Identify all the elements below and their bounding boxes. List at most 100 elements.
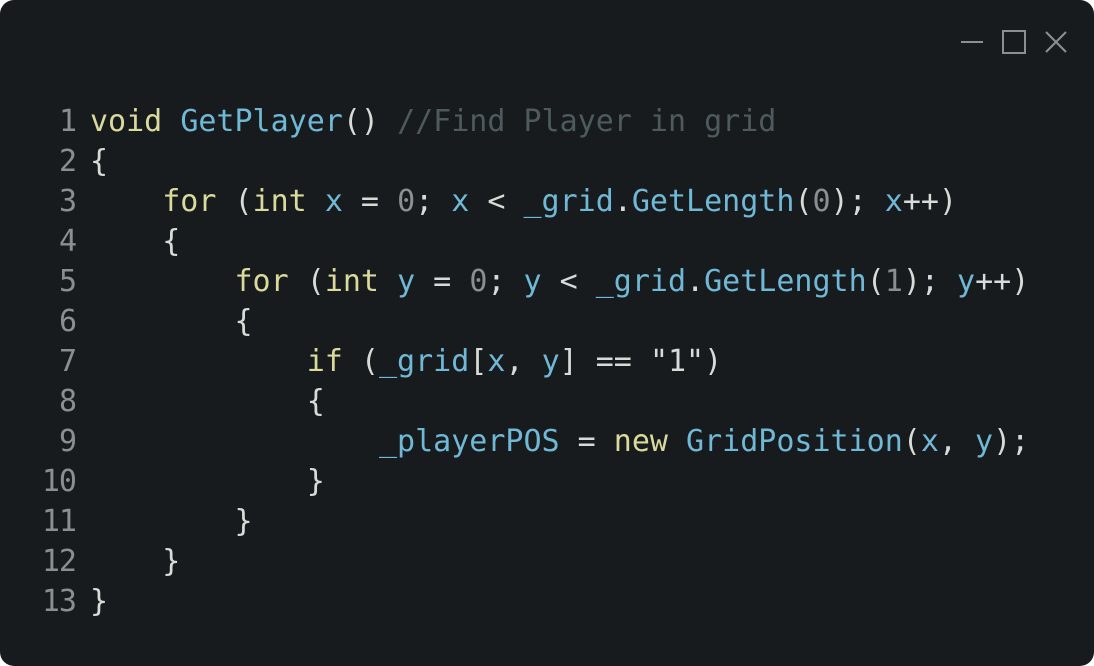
code-window: 1 void GetPlayer() //Find Player in grid 2…: [0, 0, 1094, 666]
line-number: 8: [58, 384, 77, 419]
code-token: =: [342, 184, 398, 219]
code-token: 0: [397, 184, 416, 219]
minimize-icon[interactable]: [958, 28, 986, 56]
code-token: (: [216, 184, 253, 219]
code-token: 0: [469, 264, 488, 299]
code-line: 11 }: [36, 502, 1029, 542]
code-token: ,: [505, 344, 542, 379]
code-token: GridPosition: [686, 424, 903, 459]
code-token: {: [90, 384, 325, 419]
code-token: );: [830, 184, 885, 219]
code-token: ,: [938, 424, 976, 459]
code-text[interactable]: for (int x = 0; x < _grid.GetLength(0); …: [90, 182, 957, 222]
code-token: y: [957, 264, 976, 299]
line-number: 9: [58, 424, 77, 459]
code-token: y: [397, 264, 416, 299]
line-number: 3: [58, 184, 77, 219]
code-token: int: [324, 264, 379, 299]
code-token: if: [306, 344, 343, 379]
code-token: (: [902, 424, 921, 459]
code-token: ): [704, 344, 723, 379]
line-number: 7: [58, 344, 77, 379]
code-token: int: [252, 184, 307, 219]
code-token: }: [90, 464, 325, 499]
code-token: ): [1011, 264, 1030, 299]
close-icon[interactable]: [1042, 28, 1070, 56]
code-token: );: [902, 264, 957, 299]
code-text[interactable]: if (_grid[x, y] == "1"): [90, 342, 722, 382]
window-controls: [958, 28, 1070, 56]
code-token: _playerPOS: [378, 424, 560, 459]
code-token: x: [451, 184, 470, 219]
code-text[interactable]: }: [90, 502, 252, 542]
code-text[interactable]: }: [90, 462, 325, 502]
code-token: (: [288, 264, 325, 299]
code-token: x: [324, 184, 343, 219]
code-token: }: [90, 584, 109, 619]
code-line: 12 }: [36, 542, 1029, 582]
code-token: ;: [487, 264, 524, 299]
line-number: 2: [58, 144, 77, 179]
line-number: 13: [41, 584, 77, 619]
code-text[interactable]: void GetPlayer() //Find Player in grid: [90, 102, 776, 142]
code-token: {: [90, 304, 253, 339]
code-token: ;: [415, 184, 452, 219]
code-text[interactable]: {: [90, 382, 325, 422]
code-token: }: [90, 544, 181, 579]
line-number: 1: [58, 104, 77, 139]
code-token: new: [613, 424, 668, 459]
code-token: (: [342, 344, 379, 379]
line-number: 4: [58, 224, 77, 259]
code-line: 6 {: [36, 302, 1029, 342]
code-token: y: [541, 344, 560, 379]
code-line: 9 _playerPOS = new GridPosition(x, y);: [36, 422, 1029, 462]
code-token: ] ==: [559, 344, 650, 379]
code-text[interactable]: {: [90, 142, 108, 182]
code-token: {: [90, 224, 181, 259]
line-number: 10: [41, 464, 77, 499]
line-number: 6: [58, 304, 77, 339]
code-token: _grid: [595, 264, 687, 299]
code-token: _grid: [379, 344, 470, 379]
code-token: GetLength: [631, 184, 795, 219]
code-line: 10 }: [36, 462, 1029, 502]
code-token: "1": [649, 344, 705, 379]
code-text[interactable]: {: [90, 222, 180, 262]
code-text[interactable]: {: [90, 302, 253, 342]
code-text[interactable]: }: [90, 542, 180, 582]
code-token: ++: [902, 184, 939, 219]
code-token: for: [162, 184, 217, 219]
code-token: =: [559, 424, 614, 459]
code-token: {: [90, 144, 109, 179]
code-token: for: [234, 264, 289, 299]
code-text[interactable]: }: [90, 582, 108, 622]
code-token: //Find Player in grid: [397, 104, 777, 139]
line-number: 5: [58, 264, 77, 299]
code-line: 1 void GetPlayer() //Find Player in grid: [36, 102, 1029, 142]
code-line: 2{: [36, 142, 1029, 182]
line-number: 12: [41, 544, 77, 579]
code-token: ++: [975, 264, 1012, 299]
code-line: 13}: [36, 582, 1029, 622]
code-token: ): [938, 184, 957, 219]
code-token: _grid: [523, 184, 614, 219]
code-token: y: [523, 264, 542, 299]
code-token: <: [469, 184, 524, 219]
code-token: (: [794, 184, 813, 219]
code-token: [: [469, 344, 488, 379]
code-block: 1 void GetPlayer() //Find Player in grid 2…: [36, 102, 1029, 622]
maximize-icon[interactable]: [1000, 28, 1028, 56]
code-line: 8 {: [36, 382, 1029, 422]
code-line: 5 for (int y = 0; y < _grid.GetLength(1)…: [36, 262, 1029, 302]
code-token: .: [686, 264, 705, 299]
code-text[interactable]: _playerPOS = new GridPosition(x, y);: [90, 422, 1029, 462]
code-token: );: [993, 424, 1030, 459]
code-token: .: [613, 184, 632, 219]
code-text[interactable]: for (int y = 0; y < _grid.GetLength(1); …: [90, 262, 1030, 302]
